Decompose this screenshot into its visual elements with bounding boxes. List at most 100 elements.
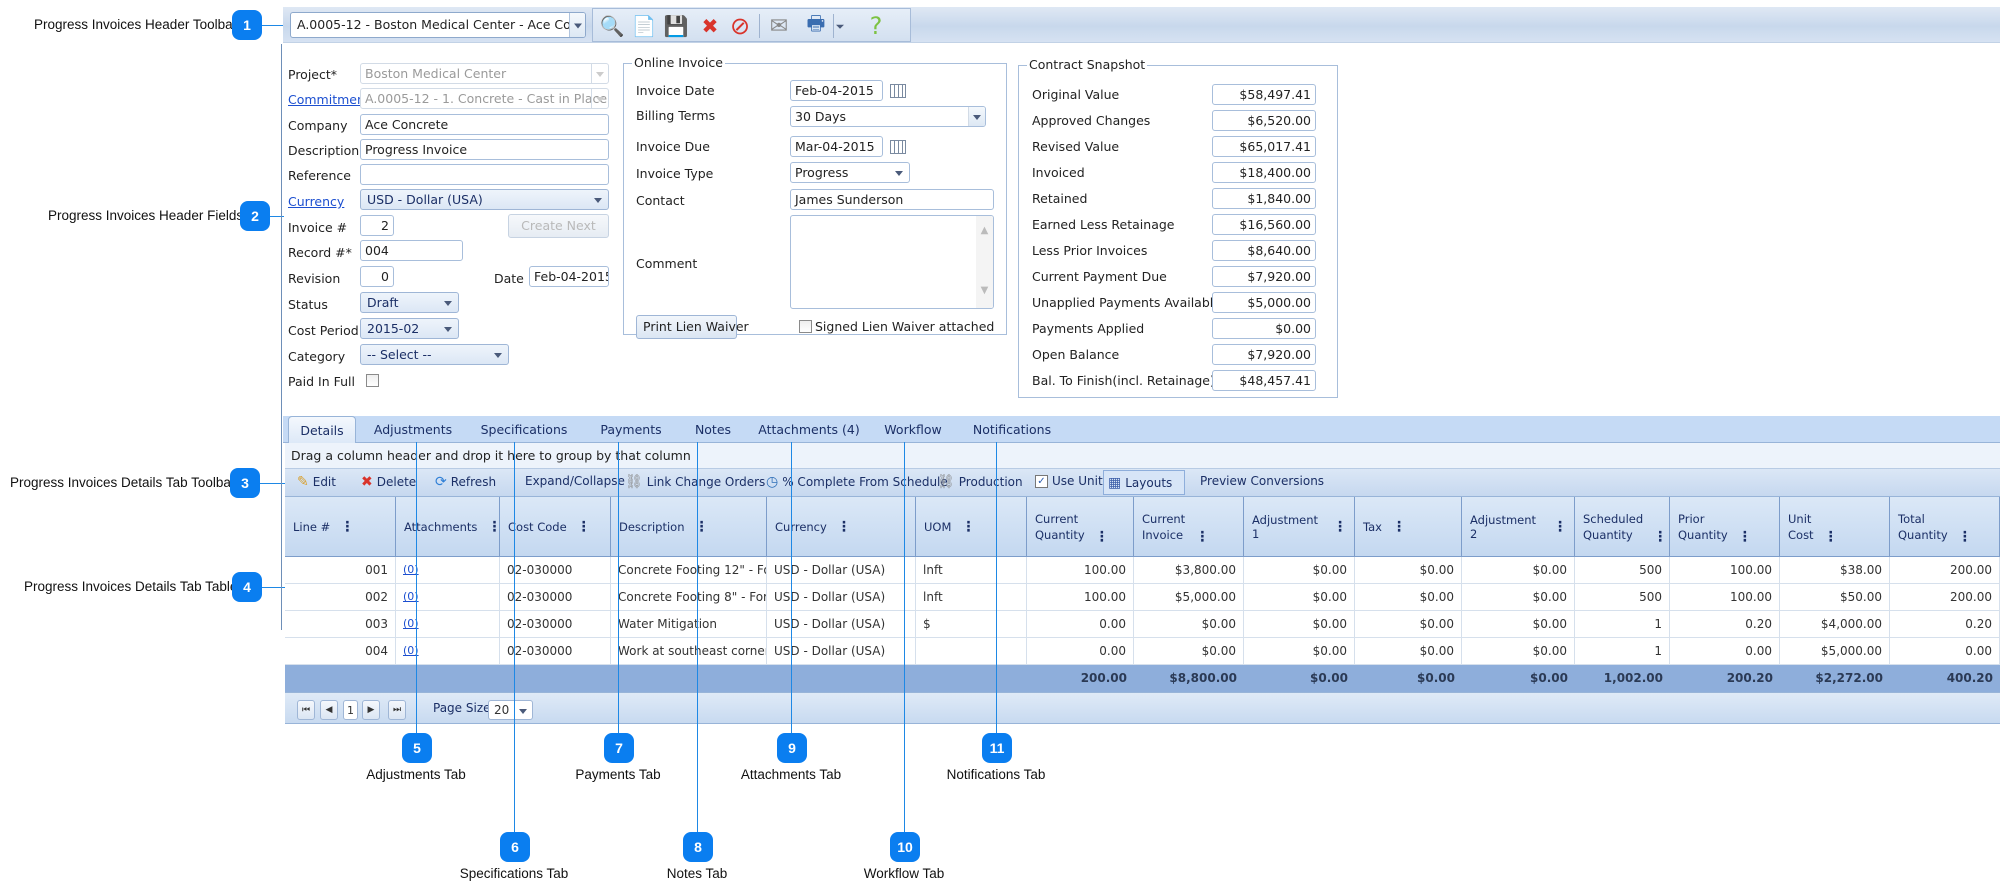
- last-page-button[interactable]: ⏭: [388, 700, 406, 720]
- column-menu-icon[interactable]: ⋮: [961, 520, 975, 534]
- use-units-checkbox[interactable]: ✓: [1035, 474, 1048, 488]
- delete-button[interactable]: ✖ Delete: [361, 474, 416, 490]
- column-menu-icon[interactable]: ⋮: [487, 520, 501, 534]
- tab-payments[interactable]: Payments: [585, 416, 677, 443]
- column-header[interactable]: Adjustment 1 ⋮: [1244, 497, 1355, 557]
- chevron-down-icon[interactable]: [591, 89, 608, 108]
- save-icon[interactable]: 💾: [663, 13, 689, 39]
- project-dropdown[interactable]: Boston Medical Center: [360, 63, 609, 84]
- comment-textarea[interactable]: ▲ ▼: [790, 215, 994, 309]
- chevron-down-icon[interactable]: [968, 107, 985, 126]
- commitment-dropdown[interactable]: A.0005-12 - 1. Concrete - Cast in Place: [360, 88, 609, 109]
- column-menu-icon[interactable]: ⋮: [1392, 520, 1406, 534]
- refresh-button[interactable]: ⟳ Refresh: [435, 474, 496, 490]
- tab-adjustments[interactable]: Adjustments: [363, 416, 463, 443]
- invoice-date-field[interactable]: Feb-04-2015: [790, 80, 883, 101]
- category-dropdown[interactable]: -- Select --: [360, 344, 509, 365]
- description-field[interactable]: Progress Invoice: [360, 139, 609, 160]
- scrollbar[interactable]: ▲ ▼: [976, 216, 993, 308]
- delete-document-icon[interactable]: ✖: [697, 13, 723, 39]
- tab-workflow[interactable]: Workflow: [873, 416, 953, 443]
- production-button[interactable]: ⛓ Production: [937, 474, 1023, 490]
- column-menu-icon[interactable]: ⋮: [1553, 520, 1567, 534]
- invoice-number-field[interactable]: 2: [360, 215, 394, 236]
- group-by-panel[interactable]: Drag a column header and drop it here to…: [285, 443, 2000, 469]
- signed-lien-waiver-checkbox[interactable]: [799, 320, 812, 333]
- status-dropdown[interactable]: Draft: [360, 292, 459, 313]
- currency-link[interactable]: Currency: [288, 194, 344, 209]
- column-header[interactable]: Description ⋮: [611, 497, 767, 557]
- tab-notes[interactable]: Notes: [683, 416, 743, 443]
- record-number-field[interactable]: 004: [360, 240, 463, 261]
- currency-dropdown[interactable]: USD - Dollar (USA): [360, 189, 609, 210]
- invoice-due-field[interactable]: Mar-04-2015: [790, 136, 883, 157]
- chevron-down-icon[interactable]: [569, 13, 585, 37]
- record-selector-dropdown[interactable]: A.0005-12 - Boston Medical Center - Ace …: [290, 12, 586, 38]
- column-menu-icon[interactable]: ⋮: [1738, 530, 1752, 544]
- tab-details[interactable]: Details: [288, 416, 356, 444]
- attachments-link[interactable]: (0): [396, 638, 500, 665]
- column-header[interactable]: Tax ⋮: [1355, 497, 1462, 557]
- contact-field[interactable]: James Sunderson: [790, 189, 994, 210]
- column-header[interactable]: Adjustment 2 ⋮: [1462, 497, 1575, 557]
- reference-field[interactable]: [360, 164, 609, 185]
- billing-terms-dropdown[interactable]: 30 Days: [790, 106, 986, 127]
- column-header[interactable]: Current Invoice ⋮: [1134, 497, 1244, 557]
- column-header[interactable]: Current Quantity ⋮: [1027, 497, 1134, 557]
- column-header[interactable]: Total Quantity ⋮: [1890, 497, 2000, 557]
- print-lien-waiver-button[interactable]: Print Lien Waiver: [636, 315, 749, 339]
- attachments-link[interactable]: (0): [396, 557, 500, 584]
- attachments-link[interactable]: (0): [396, 611, 500, 638]
- tab-notifications[interactable]: Notifications: [959, 416, 1065, 443]
- column-header[interactable]: Line # ⋮: [285, 497, 396, 557]
- column-menu-icon[interactable]: ⋮: [1095, 530, 1109, 544]
- calendar-icon[interactable]: [890, 140, 906, 154]
- column-menu-icon[interactable]: ⋮: [1195, 530, 1209, 544]
- first-page-button[interactable]: ⏮: [297, 700, 315, 720]
- column-header[interactable]: Attachments ⋮: [396, 497, 501, 557]
- column-menu-icon[interactable]: ⋮: [577, 520, 591, 534]
- print-options-chevron-icon[interactable]: [833, 13, 847, 39]
- new-document-icon[interactable]: 📄: [631, 13, 657, 39]
- column-menu-icon[interactable]: ⋮: [1653, 530, 1667, 544]
- column-header[interactable]: Unit Cost ⋮: [1780, 497, 1890, 557]
- cancel-icon[interactable]: ⊘: [727, 12, 753, 40]
- link-change-orders-button[interactable]: ⛓ Link Change Orders: [625, 474, 765, 490]
- tab-attachments[interactable]: Attachments (4): [749, 416, 869, 443]
- use-units-toggle[interactable]: ✓ Use Units: [1035, 474, 1109, 488]
- paid-in-full-checkbox[interactable]: [366, 374, 379, 387]
- column-header[interactable]: UOM ⋮: [916, 497, 1027, 557]
- percent-complete-button[interactable]: ◷% Complete From Schedule: [766, 474, 948, 490]
- invoice-type-dropdown[interactable]: Progress: [790, 162, 910, 183]
- preview-conversions-button[interactable]: Preview Conversions: [1200, 474, 1324, 488]
- column-menu-icon[interactable]: ⋮: [837, 520, 851, 534]
- company-field[interactable]: Ace Concrete: [360, 114, 609, 135]
- print-icon[interactable]: 🖶: [803, 11, 829, 39]
- page-size-dropdown[interactable]: 20: [488, 700, 533, 720]
- layouts-button[interactable]: ▦ Layouts: [1103, 470, 1185, 495]
- help-icon[interactable]: ?: [863, 12, 889, 40]
- prev-page-button[interactable]: ◀: [320, 700, 338, 720]
- cost-period-dropdown[interactable]: 2015-02: [360, 318, 459, 339]
- chevron-down-icon[interactable]: [591, 64, 608, 83]
- create-next-button[interactable]: Create Next: [508, 214, 609, 238]
- column-menu-icon[interactable]: ⋮: [340, 520, 354, 534]
- current-page-field[interactable]: 1: [343, 700, 358, 720]
- column-header[interactable]: Currency ⋮: [767, 497, 916, 557]
- column-menu-icon[interactable]: ⋮: [1333, 520, 1347, 534]
- column-menu-icon[interactable]: ⋮: [1824, 530, 1838, 544]
- column-header[interactable]: Cost Code ⋮: [500, 497, 611, 557]
- date-field[interactable]: Feb-04-2015: [529, 266, 609, 287]
- email-icon[interactable]: ✉: [766, 13, 792, 39]
- revision-field[interactable]: 0: [360, 266, 394, 287]
- calendar-icon[interactable]: [890, 84, 906, 98]
- column-menu-icon[interactable]: ⋮: [1958, 530, 1972, 544]
- edit-button[interactable]: ✎ Edit: [297, 474, 336, 490]
- attachments-link[interactable]: (0): [396, 584, 500, 611]
- column-header[interactable]: Scheduled Quantity ⋮: [1575, 497, 1670, 557]
- expand-collapse-button[interactable]: Expand/Collapse: [525, 474, 625, 488]
- column-header[interactable]: Prior Quantity ⋮: [1670, 497, 1780, 557]
- tab-specifications[interactable]: Specifications: [469, 416, 579, 443]
- next-page-button[interactable]: ▶: [362, 700, 380, 720]
- search-icon[interactable]: 🔍: [599, 13, 625, 39]
